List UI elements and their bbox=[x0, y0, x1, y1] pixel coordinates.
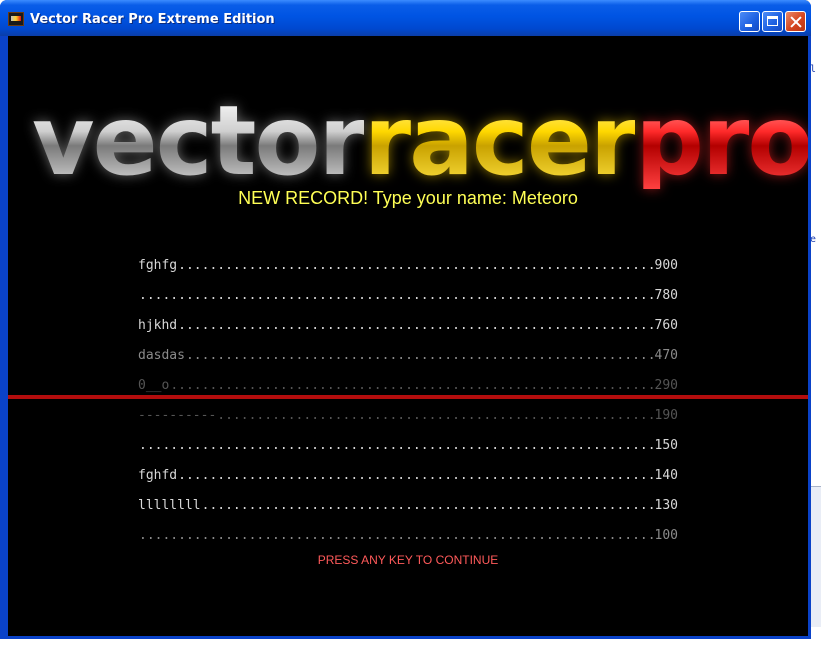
player-name: hjkhd bbox=[138, 317, 178, 333]
name-entry-prompt[interactable]: NEW RECORD! Type your name: Meteoro bbox=[8, 188, 808, 209]
player-score: 130 bbox=[654, 497, 678, 513]
player-score: 760 bbox=[654, 317, 678, 333]
highscore-row: dasdas 470 bbox=[138, 340, 678, 370]
logo-part-pro: pro bbox=[635, 93, 808, 189]
highscore-row: 100 bbox=[138, 520, 678, 550]
close-button[interactable] bbox=[785, 11, 806, 32]
dot-leader bbox=[139, 438, 654, 453]
player-score: 140 bbox=[654, 467, 678, 483]
divider-line bbox=[8, 395, 808, 399]
player-name: fghfg bbox=[138, 257, 178, 273]
highscore-table: fghfg 900 780 hjkhd 760 dasdas 470 0__o 290 -----… bbox=[138, 250, 678, 550]
dot-leader bbox=[139, 528, 654, 543]
highscore-row: hjkhd 760 bbox=[138, 310, 678, 340]
player-score: 470 bbox=[654, 347, 678, 363]
player-name: llllllll bbox=[138, 497, 201, 513]
player-score: 190 bbox=[654, 407, 678, 423]
highscore-row: llllllll 130 bbox=[138, 490, 678, 520]
logo-part-racer: racer bbox=[363, 85, 637, 197]
player-name: 0__o bbox=[138, 377, 170, 393]
dot-leader bbox=[217, 408, 653, 423]
player-score: 900 bbox=[654, 257, 678, 273]
highscore-row: ---------- 190 bbox=[138, 400, 678, 430]
maximize-button[interactable] bbox=[762, 11, 783, 32]
window-title: Vector Racer Pro Extreme Edition bbox=[30, 12, 275, 27]
player-score: 290 bbox=[654, 377, 678, 393]
dot-leader bbox=[186, 348, 654, 363]
background-bottom-strip bbox=[0, 638, 821, 645]
title-bar[interactable]: Vector Racer Pro Extreme Edition bbox=[0, 0, 811, 36]
dot-leader bbox=[178, 468, 653, 483]
app-icon[interactable] bbox=[8, 12, 24, 26]
continue-prompt: PRESS ANY KEY TO CONTINUE bbox=[317, 553, 499, 567]
player-name: fghfd bbox=[138, 467, 178, 483]
player-score: 780 bbox=[654, 287, 678, 303]
highscore-row: fghfg 900 bbox=[138, 250, 678, 280]
dot-leader bbox=[178, 258, 653, 273]
dot-leader bbox=[170, 378, 653, 393]
player-name: dasdas bbox=[138, 347, 185, 363]
game-logo: vectorracerpro bbox=[32, 85, 808, 197]
game-canvas[interactable]: vectorracerpro NEW RECORD! Type your nam… bbox=[8, 36, 808, 636]
highscore-row: 780 bbox=[138, 280, 678, 310]
dot-leader bbox=[202, 498, 654, 513]
dot-leader bbox=[139, 288, 654, 303]
highscore-row: fghfd 140 bbox=[138, 460, 678, 490]
game-window: Vector Racer Pro Extreme Edition vectorr… bbox=[0, 0, 811, 639]
player-score: 100 bbox=[654, 527, 678, 543]
player-score: 150 bbox=[654, 437, 678, 453]
minimize-button[interactable] bbox=[739, 11, 760, 32]
logo-part-vector: vector bbox=[32, 85, 366, 197]
player-name: ---------- bbox=[138, 407, 217, 423]
highscore-row: 150 bbox=[138, 430, 678, 460]
dot-leader bbox=[178, 318, 653, 333]
